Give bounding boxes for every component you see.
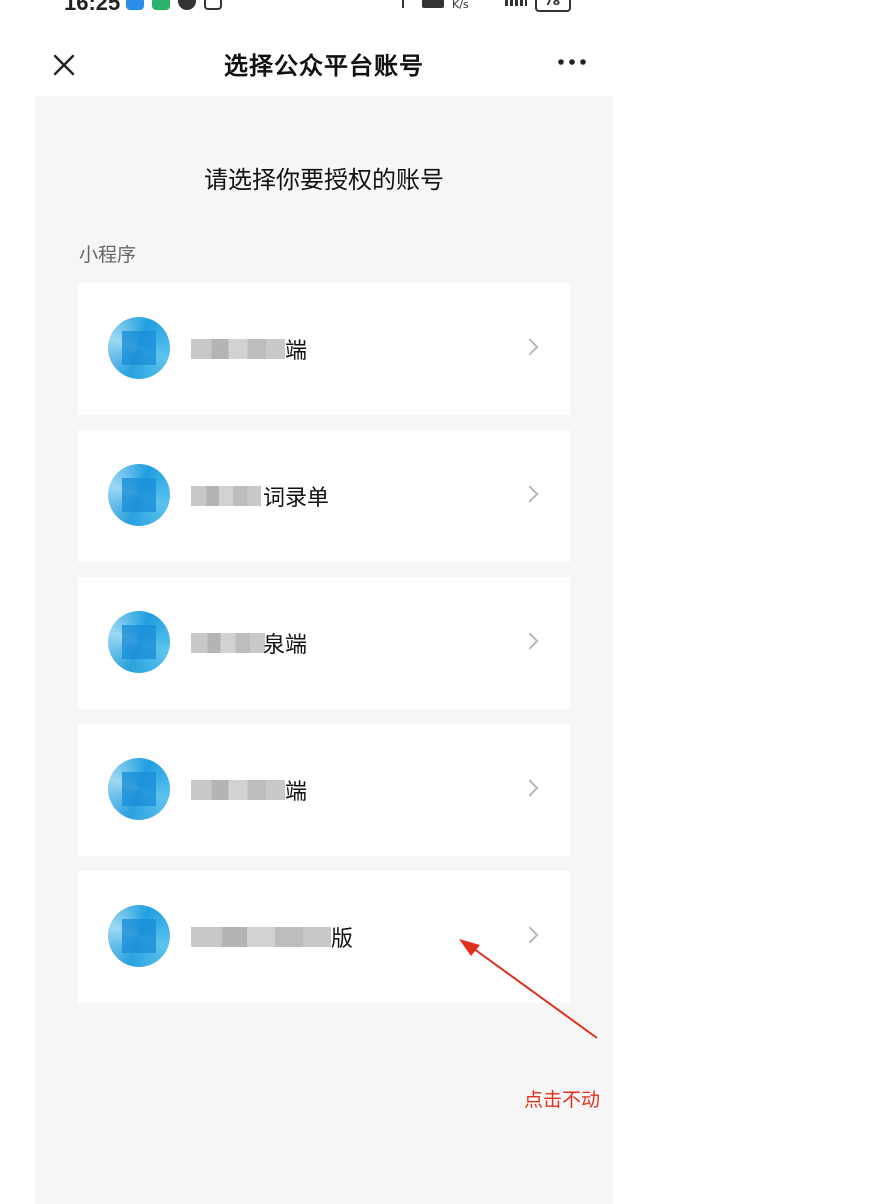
account-name-suffix: 端 [285,780,308,805]
account-item[interactable]: 端 [78,283,570,415]
battery-icon: 78 [534,0,571,12]
account-item[interactable]: 词录单 [78,430,570,562]
account-avatar [108,317,170,379]
section-label-mini-program: 小程序 [79,244,137,266]
account-avatar [108,905,170,967]
camera-icon [422,0,444,8]
chevron-right-icon [521,632,539,650]
chevron-right-icon [521,485,539,503]
account-name-redacted [191,927,331,947]
app-notification-icon [178,0,196,10]
account-name-suffix: 词录单 [263,486,330,511]
status-app-icons [126,0,222,10]
chevron-right-icon [521,338,539,356]
account-item[interactable]: 版 [78,871,570,1003]
account-name-suffix: 端 [285,339,308,364]
chevron-right-icon [521,926,539,944]
wifi-icon [477,0,497,7]
bluetooth-icon [402,0,414,8]
annotation-note: 点击不动 [524,1089,601,1111]
content-area: 请选择你要授权的账号 小程序 端 词录单 泉端 端 版 [35,96,613,1204]
chevron-right-icon [521,779,539,797]
account-avatar [108,758,170,820]
select-account-prompt: 请选择你要授权的账号 [204,166,444,194]
network-speed: K/s [452,0,469,11]
page-title: 选择公众平台账号 [224,52,424,80]
nfc-icon [204,0,222,10]
status-bar: 16:25 K/s 78 [0,0,613,14]
more-icon[interactable] [555,52,591,72]
navigation-bar: 选择公众平台账号 [35,30,613,96]
signal-icon [504,0,527,6]
app-notification-icon [126,0,144,10]
account-item[interactable]: 端 [78,724,570,856]
account-name-redacted [191,633,265,653]
account-name-redacted [191,339,285,359]
account-name-suffix: 泉端 [263,633,308,658]
account-name-redacted [191,486,261,506]
account-item[interactable]: 泉端 [78,577,570,709]
account-list: 端 词录单 泉端 端 版 [78,283,570,1018]
status-time: 16:25 [64,0,121,14]
account-avatar [108,464,170,526]
app-notification-icon [152,0,170,10]
account-name-suffix: 版 [331,927,354,952]
account-avatar [108,611,170,673]
status-right: K/s 78 [402,0,571,12]
account-name-redacted [191,780,285,800]
